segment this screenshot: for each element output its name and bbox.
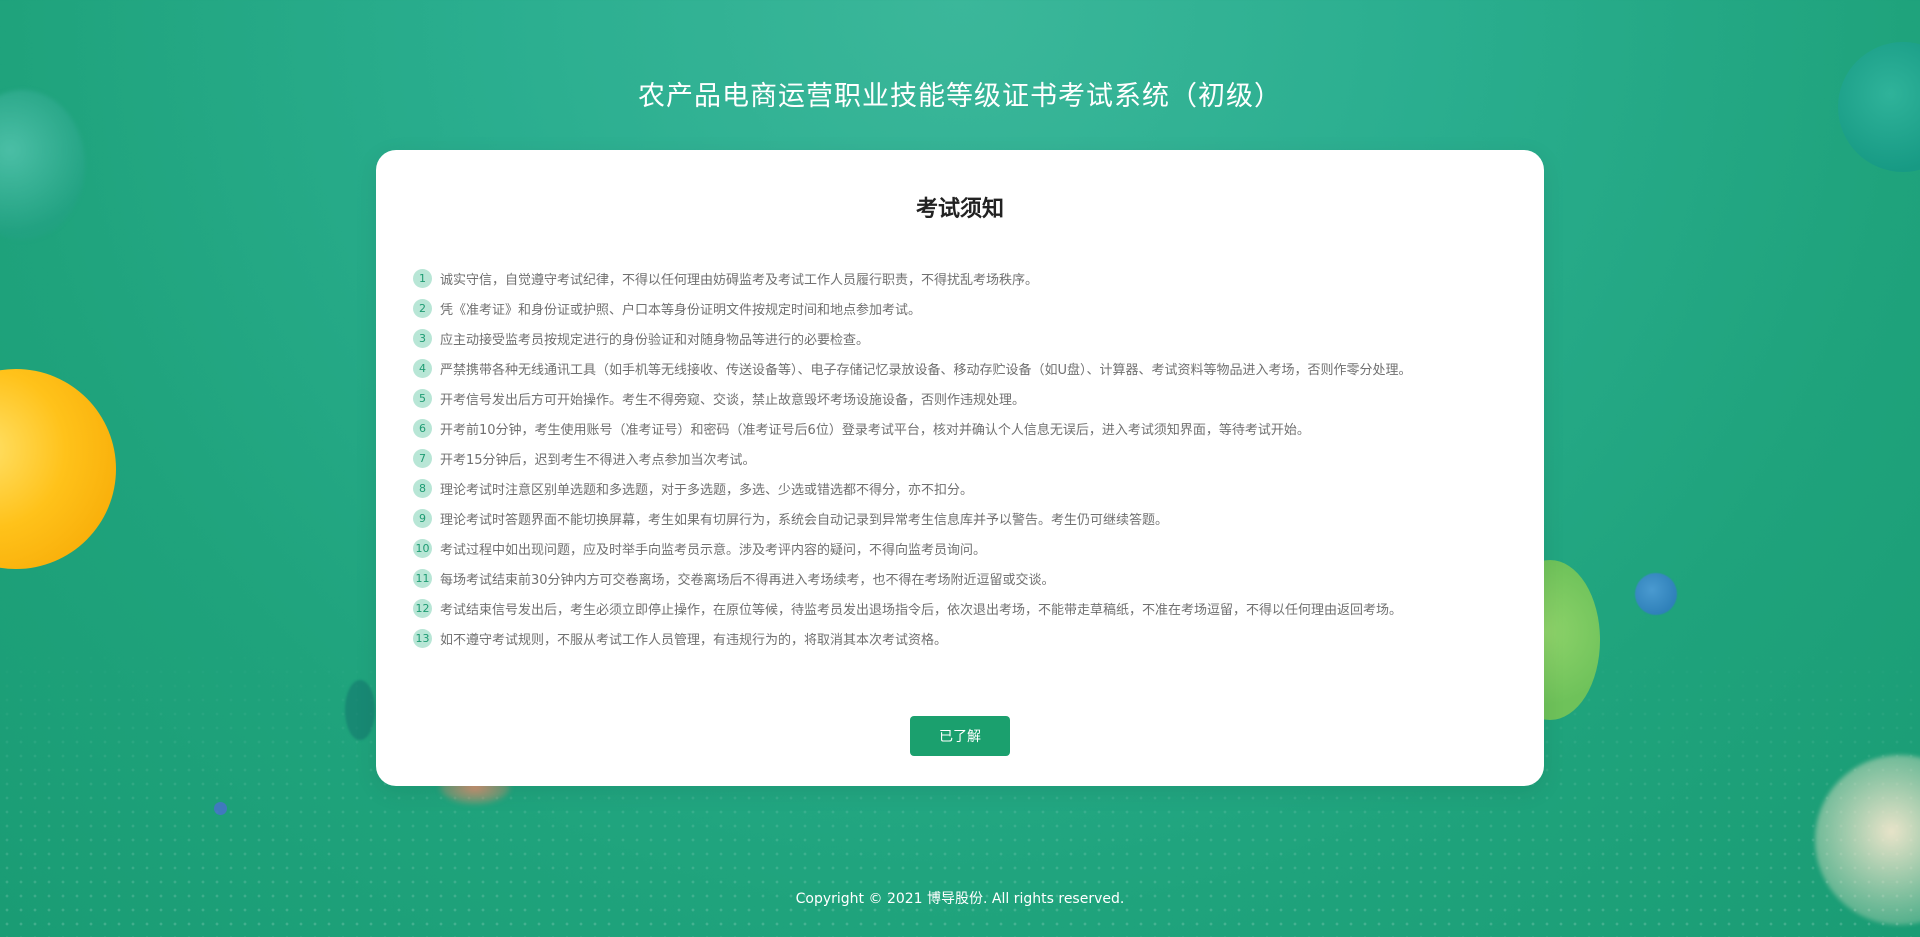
rule-text: 每场考试结束前30分钟内方可交卷离场，交卷离场后不得再进入考场续考，也不得在考场… (440, 572, 1055, 588)
rule-text: 应主动接受监考员按规定进行的身份验证和对随身物品等进行的必要检查。 (440, 332, 870, 348)
rule-number-badge: 13 (413, 628, 432, 648)
rule-item: 1 诚实守信，自觉遵守考试纪律，不得以任何理由妨碍监考及考试工作人员履行职责，不… (413, 263, 1514, 293)
rule-item: 7 开考15分钟后，迟到考生不得进入考点参加当次考试。 (413, 443, 1514, 473)
notice-title: 考试须知 (915, 197, 1004, 222)
rule-text: 开考前10分钟，考生使用账号（准考证号）和密码（准考证号后6位）登录考试平台，核… (440, 422, 1310, 438)
rule-number-badge: 4 (413, 358, 432, 378)
decorative-bubble (345, 680, 375, 740)
rule-text: 理论考试时注意区别单选题和多选题，对于多选题，多选、少选或错选都不得分，亦不扣分… (440, 482, 974, 498)
decorative-bubble (0, 369, 116, 569)
rule-item: 8 理论考试时注意区别单选题和多选题，对于多选题，多选、少选或错选都不得分，亦不… (413, 473, 1514, 503)
rule-number-badge: 3 (413, 328, 432, 348)
rule-text: 如不遵守考试规则，不服从考试工作人员管理，有违规行为的，将取消其本次考试资格。 (440, 632, 948, 648)
rule-text: 开考15分钟后，迟到考生不得进入考点参加当次考试。 (440, 452, 756, 468)
decorative-bubble (1635, 573, 1677, 615)
page-title: 农产品电商运营职业技能等级证书考试系统（初级） (638, 81, 1282, 112)
rule-text: 严禁携带各种无线通讯工具（如手机等无线接收、传送设备等）、电子存储记忆录放设备、… (440, 362, 1412, 378)
rule-number-badge: 2 (413, 298, 432, 318)
acknowledge-button[interactable]: 已了解 (910, 716, 1010, 756)
rule-number-badge: 9 (413, 508, 432, 528)
rule-item: 2 凭《准考证》和身份证或护照、户口本等身份证明文件按规定时间和地点参加考试。 (413, 293, 1514, 323)
rule-item: 3 应主动接受监考员按规定进行的身份验证和对随身物品等进行的必要检查。 (413, 323, 1514, 353)
rule-item: 12 考试结束信号发出后，考生必须立即停止操作，在原位等候，待监考员发出退场指令… (413, 593, 1514, 623)
copyright-footer: Copyright © 2021 博导股份. All rights reserv… (795, 891, 1125, 907)
rule-text: 凭《准考证》和身份证或护照、户口本等身份证明文件按规定时间和地点参加考试。 (440, 302, 922, 318)
rule-text: 考试结束信号发出后，考生必须立即停止操作，在原位等候，待监考员发出退场指令后，依… (440, 602, 1403, 618)
exam-notice-card: 考试须知 1 诚实守信，自觉遵守考试纪律，不得以任何理由妨碍监考及考试工作人员履… (376, 150, 1544, 786)
rule-number-badge: 6 (413, 418, 432, 438)
rule-item: 13 如不遵守考试规则，不服从考试工作人员管理，有违规行为的，将取消其本次考试资… (413, 623, 1514, 653)
rule-number-badge: 7 (413, 448, 432, 468)
rule-item: 5 开考信号发出后方可开始操作。考生不得旁窥、交谈，禁止故意毁坏考场设施设备，否… (413, 383, 1514, 413)
rule-text: 开考信号发出后方可开始操作。考生不得旁窥、交谈，禁止故意毁坏考场设施设备，否则作… (440, 392, 1026, 408)
rules-list: 1 诚实守信，自觉遵守考试纪律，不得以任何理由妨碍监考及考试工作人员履行职责，不… (413, 263, 1514, 653)
rule-number-badge: 5 (413, 388, 432, 408)
rule-number-badge: 1 (413, 268, 432, 288)
rule-number-badge: 12 (413, 598, 432, 618)
rule-item: 6 开考前10分钟，考生使用账号（准考证号）和密码（准考证号后6位）登录考试平台… (413, 413, 1514, 443)
rule-item: 10 考试过程中如出现问题，应及时举手向监考员示意。涉及考评内容的疑问，不得向监… (413, 533, 1514, 563)
rule-item: 4 严禁携带各种无线通讯工具（如手机等无线接收、传送设备等）、电子存储记忆录放设… (413, 353, 1514, 383)
rule-text: 诚实守信，自觉遵守考试纪律，不得以任何理由妨碍监考及考试工作人员履行职责，不得扰… (440, 272, 1039, 288)
rule-text: 理论考试时答题界面不能切换屏幕，考生如果有切屏行为，系统会自动记录到异常考生信息… (440, 512, 1169, 528)
rule-number-badge: 11 (413, 568, 432, 588)
rule-text: 考试过程中如出现问题，应及时举手向监考员示意。涉及考评内容的疑问，不得向监考员询… (440, 542, 987, 558)
rule-item: 11 每场考试结束前30分钟内方可交卷离场，交卷离场后不得再进入考场续考，也不得… (413, 563, 1514, 593)
rule-item: 9 理论考试时答题界面不能切换屏幕，考生如果有切屏行为，系统会自动记录到异常考生… (413, 503, 1514, 533)
rule-number-badge: 10 (413, 538, 432, 558)
rule-number-badge: 8 (413, 478, 432, 498)
decorative-bubble (214, 802, 227, 815)
